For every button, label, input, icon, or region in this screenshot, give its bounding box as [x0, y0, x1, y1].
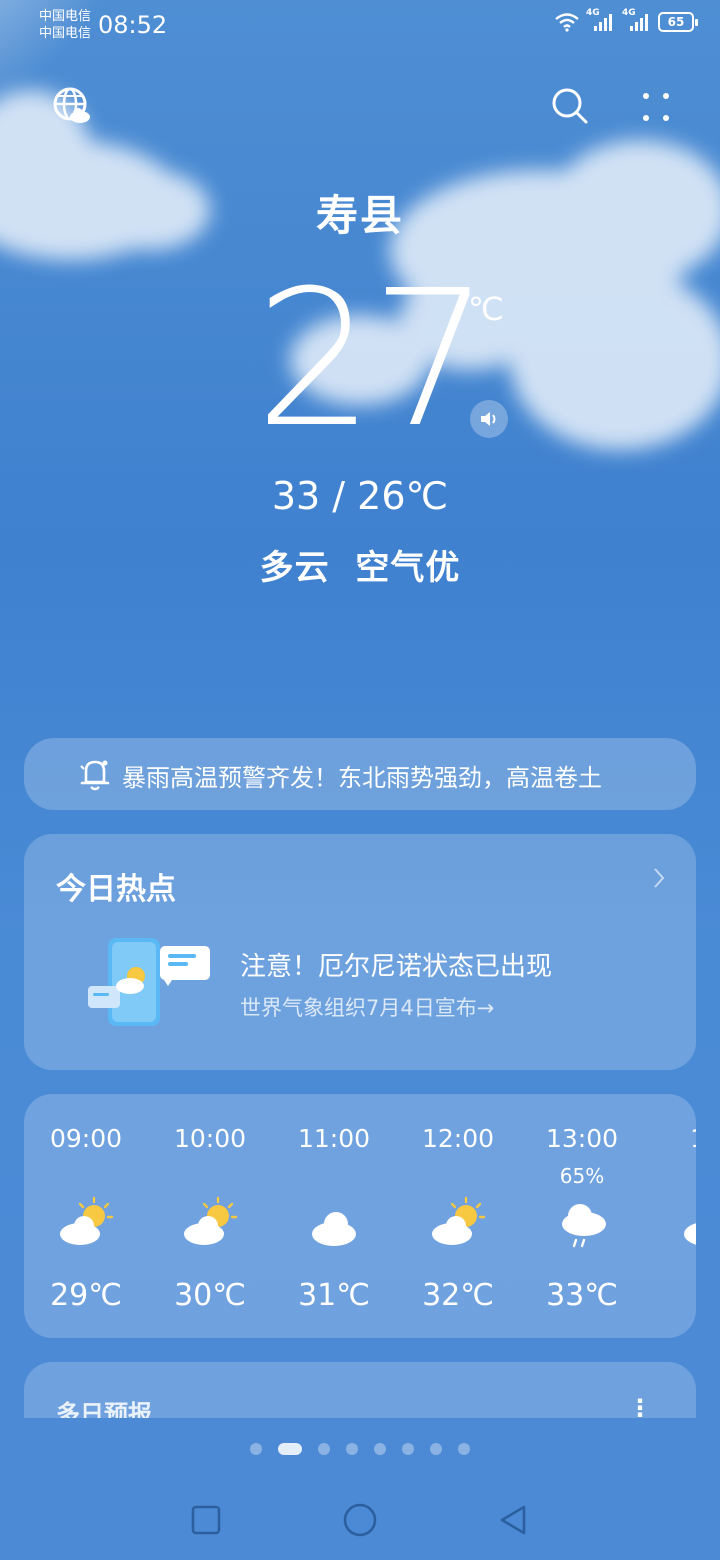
hot-topics-card[interactable]: 今日热点 注意！厄尔尼诺状态已出现 世界气象组织7月4日宣布→ [24, 834, 696, 1070]
status-time: 08:52 [98, 11, 168, 39]
weather-alert-banner[interactable]: 暴雨高温预警齐发！东北雨势强劲，高温卷土 [24, 738, 696, 810]
signal-1-icon: 4G [586, 8, 616, 32]
speaker-icon [481, 412, 496, 426]
page-dot[interactable] [430, 1443, 442, 1455]
city-manage-button[interactable] [50, 84, 94, 128]
hour-time: 10:00 [173, 1124, 247, 1153]
hour-temperature: 32℃ [422, 1278, 494, 1313]
city-name: 寿县 [315, 191, 404, 240]
recents-button[interactable] [186, 1500, 226, 1540]
hourly-item[interactable]: 11:00 31℃ [272, 1094, 396, 1338]
daily-forecast-title: 多日预报 [56, 1400, 152, 1418]
daily-forecast-card[interactable]: 多日预报 ⋮ [24, 1362, 696, 1418]
hour-time: 12:00 [421, 1124, 495, 1153]
status-icons: 4G 4G 65 [554, 8, 698, 32]
carrier-labels: 中国电信 中国电信 [39, 8, 91, 42]
page-dot[interactable] [318, 1443, 330, 1455]
carrier-1: 中国电信 [39, 9, 92, 24]
hour-temperature: 29℃ [50, 1278, 122, 1313]
page-dot-active[interactable] [278, 1443, 302, 1455]
hourly-item[interactable]: 12:00 32℃ [396, 1094, 520, 1338]
voice-broadcast-button[interactable] [470, 400, 508, 438]
hour-precipitation: 65% [559, 1164, 605, 1188]
more-options-button[interactable] [636, 84, 676, 128]
page-dot[interactable] [402, 1443, 414, 1455]
bell-icon [80, 760, 110, 791]
daily-more-button[interactable]: ⋮ [628, 1394, 652, 1418]
triangle-back-icon [500, 1505, 526, 1535]
hourly-item[interactable]: 14 7 3 [644, 1094, 696, 1338]
search-button[interactable] [548, 84, 592, 128]
hour-temperature: 33℃ [546, 1278, 618, 1313]
light-rain-icon [562, 1204, 606, 1248]
hot-topic-subtitle[interactable]: 世界气象组织7月4日宣布→ [240, 992, 494, 1022]
alert-text: 暴雨高温预警齐发！东北雨势强劲，高温卷土 [122, 764, 602, 792]
hour-time: 09:00 [49, 1124, 123, 1153]
hot-topics-title: 今日热点 [56, 872, 176, 907]
current-temperature: 27 [255, 250, 490, 469]
home-button[interactable] [340, 1500, 380, 1540]
hour-time: 11:00 [297, 1124, 371, 1153]
page-dot[interactable] [346, 1443, 358, 1455]
square-icon [191, 1505, 221, 1535]
hourly-item[interactable]: 13:00 65% 33℃ [520, 1094, 644, 1338]
temperature-range: 33 / 26℃ [271, 474, 449, 518]
page-indicator [0, 1443, 720, 1455]
wifi-icon [555, 13, 579, 32]
hourly-item[interactable]: 09:00 29℃ [24, 1094, 148, 1338]
phone-chat-illustration [88, 938, 210, 1026]
carrier-2: 中国电信 [39, 26, 92, 41]
signal-2-icon: 4G [622, 8, 652, 32]
hour-time: 14 [644, 1124, 696, 1153]
back-button[interactable] [494, 1500, 534, 1540]
hour-time: 13:00 [545, 1124, 619, 1153]
page-dot[interactable] [374, 1443, 386, 1455]
hour-temperature: 31℃ [298, 1278, 370, 1313]
page-dot[interactable] [458, 1443, 470, 1455]
hour-precipitation: 7 [644, 1164, 696, 1188]
globe-cloud-icon [53, 87, 90, 123]
hour-temperature: 3 [644, 1278, 696, 1313]
circle-icon [343, 1503, 377, 1537]
system-nav-bar [0, 1480, 720, 1560]
hourly-forecast-card[interactable]: 09:00 29℃ 10:00 30℃ 11:00 31℃ 12:00 32℃ … [24, 1094, 696, 1338]
four-dots-icon [643, 93, 669, 121]
chevron-right-icon[interactable] [652, 866, 666, 890]
partly-cloudy-icon [432, 1196, 486, 1245]
hour-temperature: 30℃ [174, 1278, 246, 1313]
partly-cloudy-icon [60, 1196, 114, 1245]
hourly-item[interactable]: 10:00 30℃ [148, 1094, 272, 1338]
battery-icon: 65 [658, 12, 698, 32]
status-bar: 中国电信 中国电信 08:52 4G 4G 65 [0, 0, 720, 52]
weather-condition: 多云 空气优 [259, 548, 461, 588]
cloudy-icon [312, 1212, 356, 1246]
temperature-unit: ℃ [468, 290, 504, 328]
hot-topic-headline[interactable]: 注意！厄尔尼诺状态已出现 [240, 946, 552, 983]
partly-cloudy-icon [184, 1196, 238, 1245]
page-dot[interactable] [250, 1443, 262, 1455]
search-icon [552, 88, 588, 124]
cloudy-icon [684, 1223, 696, 1245]
